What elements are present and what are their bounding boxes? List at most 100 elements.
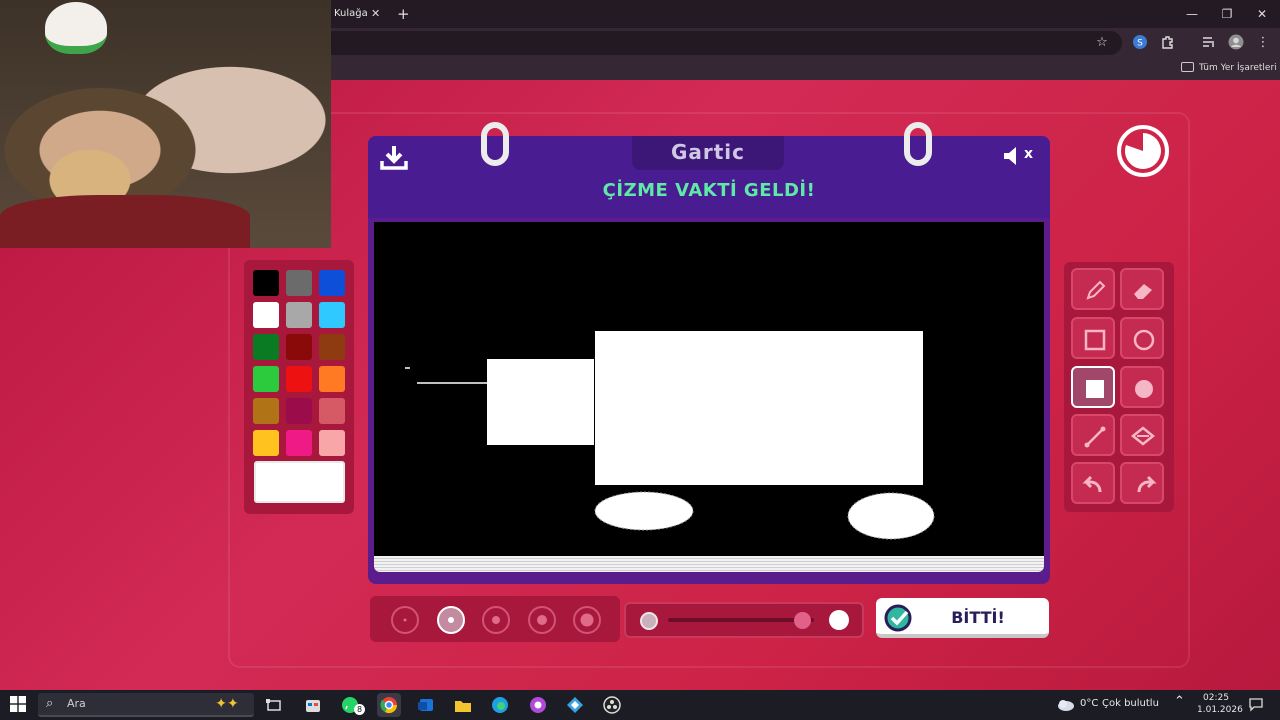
notebook-ring [481, 122, 509, 166]
notebook-page-edge [374, 556, 1044, 572]
tool-circle-button[interactable] [1120, 317, 1164, 359]
weather-description[interactable]: Çok bulutlu [1102, 698, 1159, 710]
tool-eraser-button[interactable] [1120, 268, 1164, 310]
store-icon[interactable] [301, 693, 325, 717]
color-swatch[interactable] [253, 430, 279, 456]
search-placeholder: Ara [67, 697, 86, 710]
chrome-icon[interactable] [377, 693, 401, 717]
opacity-slider[interactable] [668, 618, 814, 622]
all-bookmarks-link[interactable]: Tüm Yer İşaretleri [1199, 62, 1277, 74]
tool-pencil-button[interactable] [1071, 268, 1115, 310]
tool-redo-button[interactable] [1120, 462, 1164, 504]
extension-shield-icon[interactable]: S [1131, 34, 1149, 52]
brush-size-button[interactable] [482, 606, 510, 634]
notifications-icon[interactable] [1248, 696, 1264, 712]
download-icon[interactable] [380, 144, 408, 170]
extensions-puzzle-icon[interactable] [1159, 34, 1177, 52]
line-icon [1084, 426, 1106, 448]
color-swatch[interactable] [319, 366, 345, 392]
obs-icon[interactable] [600, 693, 624, 717]
current-color-preview [254, 461, 345, 503]
brush-size-dot [580, 613, 594, 627]
color-swatch[interactable] [319, 302, 345, 328]
profile-avatar[interactable] [1227, 34, 1245, 52]
color-swatch[interactable] [286, 270, 312, 296]
app-diamond-icon[interactable] [563, 693, 587, 717]
address-bar[interactable] [322, 31, 1122, 55]
webcam-person [0, 195, 250, 248]
brush-size-dot [403, 618, 407, 622]
done-button-label: BİTTİ! [951, 608, 1005, 627]
chrome-profile-icon[interactable] [526, 693, 550, 717]
tool-line-button[interactable] [1071, 414, 1115, 456]
outlook-icon[interactable] [414, 693, 438, 717]
color-swatch[interactable] [253, 270, 279, 296]
clock-date[interactable]: 1.01.2026 [1197, 704, 1243, 716]
drawing-canvas[interactable] [374, 222, 1044, 558]
mute-icon[interactable]: x [1002, 144, 1036, 168]
notebook-ring [904, 122, 932, 166]
brush-size-dot [492, 616, 500, 624]
drawn-truck-cab [487, 359, 594, 445]
close-window-button[interactable]: ✕ [1252, 4, 1272, 24]
color-swatch[interactable] [253, 302, 279, 328]
drawing-strokes [405, 331, 935, 540]
circle-icon [1133, 329, 1155, 351]
tab-close-icon[interactable]: ✕ [371, 2, 383, 26]
brush-size-button[interactable] [437, 606, 465, 634]
color-swatch[interactable] [286, 398, 312, 424]
filled-rectangle-icon [1086, 380, 1104, 398]
drawn-truck-body [595, 331, 923, 485]
round-title: ÇİZME VAKTİ GELDİ! [602, 180, 816, 201]
color-swatch[interactable] [319, 398, 345, 424]
gartic-logo: Gartic [670, 140, 746, 164]
tool-filled-circle-button[interactable] [1120, 366, 1164, 408]
file-explorer-icon[interactable] [451, 693, 475, 717]
color-swatch[interactable] [253, 334, 279, 360]
bookmark-star-icon[interactable]: ☆ [1093, 34, 1111, 52]
fill-icon [1130, 426, 1156, 446]
color-swatch[interactable] [286, 430, 312, 456]
maximize-button[interactable]: ❐ [1217, 4, 1237, 24]
search-highlight-icon[interactable]: ✦✦ [204, 693, 250, 715]
tray-chevron-icon[interactable]: ⌃ [1174, 695, 1185, 708]
snowman-headband [45, 2, 107, 54]
tool-undo-button[interactable] [1071, 462, 1115, 504]
tool-fill-button[interactable] [1120, 414, 1164, 456]
clock-time[interactable]: 02:25 [1203, 692, 1229, 704]
task-view-icon[interactable] [262, 693, 286, 717]
color-swatch[interactable] [286, 302, 312, 328]
brush-size-dot [537, 615, 547, 625]
webcam-overlay [0, 0, 331, 248]
color-swatch[interactable] [253, 398, 279, 424]
drawn-wheel-left [594, 491, 694, 531]
color-swatch[interactable] [319, 270, 345, 296]
folder-icon [1181, 62, 1194, 72]
new-tab-button[interactable]: + [397, 2, 411, 26]
brush-size-button[interactable] [391, 606, 419, 634]
browser-menu-icon[interactable]: ⋮ [1254, 34, 1272, 52]
tool-rectangle-button[interactable] [1071, 317, 1115, 359]
mute-x-label: x [1024, 146, 1034, 162]
check-icon [884, 604, 914, 632]
tool-filled-rectangle-button[interactable] [1071, 366, 1115, 408]
brush-size-button[interactable] [573, 606, 601, 634]
drawn-wheel-right [847, 492, 935, 540]
color-swatch[interactable] [319, 334, 345, 360]
edge-icon[interactable] [488, 693, 512, 717]
whatsapp-badge: 8 [354, 704, 365, 715]
brush-size-button[interactable] [528, 606, 556, 634]
media-control-icon[interactable] [1200, 34, 1218, 52]
color-swatch[interactable] [253, 366, 279, 392]
minimize-button[interactable]: — [1182, 4, 1202, 24]
search-icon: ⌕ [46, 696, 54, 711]
timer-icon [1116, 124, 1170, 178]
windows-start-icon[interactable] [10, 696, 26, 712]
color-swatch[interactable] [286, 366, 312, 392]
rectangle-icon [1084, 329, 1106, 351]
color-swatch[interactable] [319, 430, 345, 456]
color-swatch[interactable] [286, 334, 312, 360]
whatsapp-icon[interactable]: 8 [339, 693, 365, 717]
weather-temp[interactable]: 0°C [1080, 698, 1098, 710]
weather-cloud-icon [1055, 694, 1075, 714]
